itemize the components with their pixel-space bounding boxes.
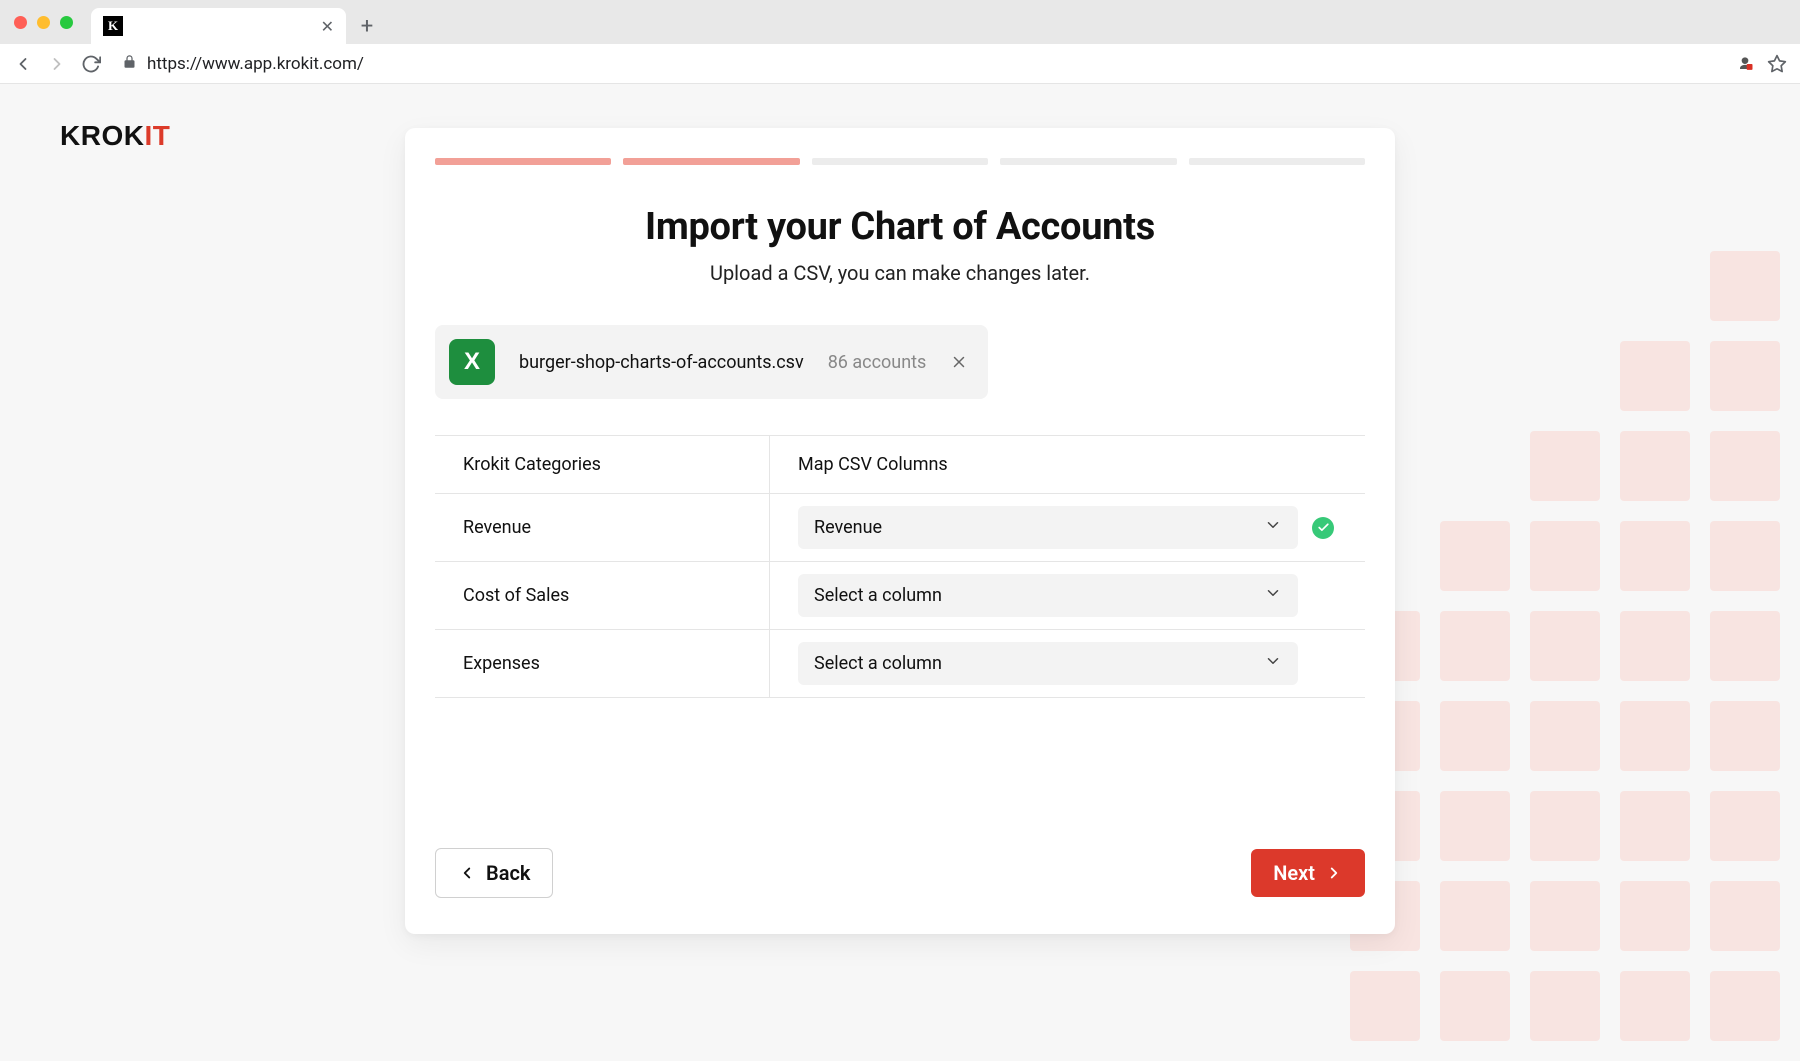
star-icon[interactable] [1766,53,1788,75]
step-indicator [1000,158,1176,165]
logo-text: KROK [60,120,144,151]
table-row: Cost of Sales Select a column [435,562,1365,630]
page-subtitle: Upload a CSV, you can make changes later… [435,261,1365,285]
header-columns: Map CSV Columns [770,436,1365,493]
wizard-card: Import your Chart of Accounts Upload a C… [405,128,1395,934]
browser-tab-strip: K ✕ + [0,0,1800,44]
select-value: Select a column [814,653,942,674]
table-row: Expenses Select a column [435,630,1365,698]
column-select[interactable]: Select a column [798,574,1298,617]
back-button[interactable]: Back [435,848,553,898]
file-icon-letter: X [464,348,480,376]
page-title: Import your Chart of Accounts [435,205,1365,249]
tab-close-icon[interactable]: ✕ [321,17,334,36]
window-minimize-icon[interactable] [37,16,50,29]
check-circle-icon [1312,517,1334,539]
select-value: Select a column [814,585,942,606]
forward-icon[interactable] [46,53,68,75]
reload-icon[interactable] [80,53,102,75]
step-indicator [435,158,611,165]
mapping-table: Krokit Categories Map CSV Columns Revenu… [435,435,1365,698]
window-controls [14,0,91,44]
favicon-icon: K [103,16,123,36]
window-close-icon[interactable] [14,16,27,29]
background-decoration [1330,231,1800,1061]
lock-icon [122,54,137,74]
file-account-count: 86 accounts [828,352,927,373]
progress-steps [435,158,1365,165]
header-categories: Krokit Categories [435,436,770,493]
extension-icon[interactable] [1734,53,1756,75]
table-row: Revenue Revenue [435,494,1365,562]
next-button[interactable]: Next [1251,849,1365,897]
select-value: Revenue [814,517,882,538]
browser-tab[interactable]: K ✕ [91,8,346,44]
window-maximize-icon[interactable] [60,16,73,29]
url-text: https://www.app.krokit.com/ [147,54,364,74]
uploaded-file-chip: X burger-shop-charts-of-accounts.csv 86 … [435,325,988,399]
chevron-down-icon [1264,584,1282,607]
page-content: KROKIT Import your Chart of Accounts Upl… [0,84,1800,1061]
step-indicator [623,158,799,165]
table-header-row: Krokit Categories Map CSV Columns [435,436,1365,494]
chevron-down-icon [1264,652,1282,675]
category-label: Revenue [463,517,531,538]
back-button-label: Back [486,861,530,885]
column-select[interactable]: Revenue [798,506,1298,549]
step-indicator [1189,158,1365,165]
column-select[interactable]: Select a column [798,642,1298,685]
wizard-actions: Back Next [435,848,1365,898]
back-icon[interactable] [12,53,34,75]
step-indicator [812,158,988,165]
excel-file-icon: X [449,339,495,385]
logo-accent: IT [144,120,170,151]
category-label: Cost of Sales [463,585,569,606]
new-tab-button[interactable]: + [352,11,382,41]
remove-file-button[interactable] [950,353,968,371]
browser-toolbar: https://www.app.krokit.com/ [0,44,1800,84]
category-label: Expenses [463,653,540,674]
brand-logo: KROKIT [60,120,170,152]
chevron-down-icon [1264,516,1282,539]
next-button-label: Next [1273,861,1315,885]
address-bar[interactable]: https://www.app.krokit.com/ [114,54,1722,74]
file-name: burger-shop-charts-of-accounts.csv [519,352,804,373]
